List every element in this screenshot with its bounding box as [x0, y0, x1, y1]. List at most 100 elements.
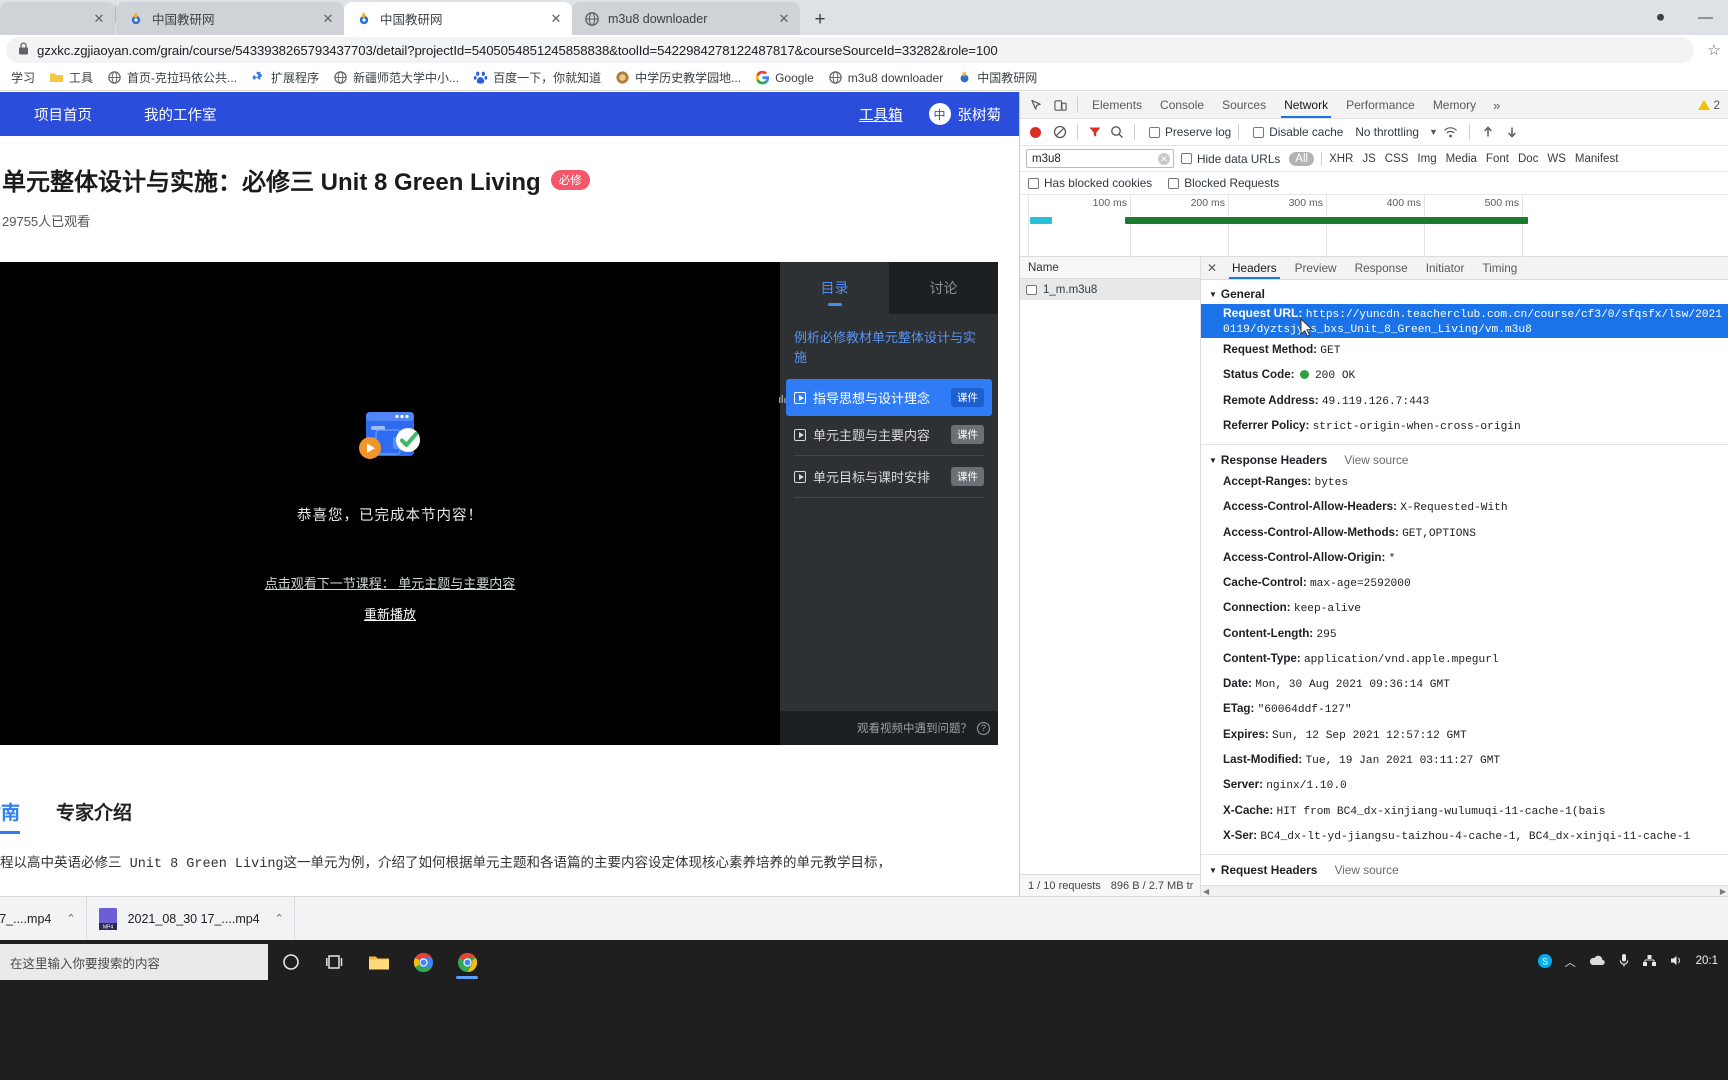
- video-stage[interactable]: 恭喜您，已完成本节内容！ 点击观看下一节课程： 单元主题与主要内容 重新播放: [0, 262, 780, 745]
- bookmark-item[interactable]: 中国教研网: [950, 67, 1044, 89]
- has-blocked-cookies-toggle[interactable]: Has blocked cookies: [1028, 176, 1152, 190]
- question-icon[interactable]: ?: [977, 721, 990, 735]
- table-row[interactable]: 1_m.m3u8: [1020, 279, 1200, 300]
- tab-expert-intro[interactable]: 专家介绍: [56, 798, 132, 834]
- section-general[interactable]: ▼ General: [1201, 284, 1728, 304]
- tab-timing[interactable]: Timing: [1473, 257, 1526, 279]
- tab-network[interactable]: Network: [1275, 92, 1337, 118]
- checkbox[interactable]: [1149, 126, 1160, 138]
- profile-icon[interactable]: ⏺: [1638, 0, 1683, 35]
- resource-type-all[interactable]: All: [1289, 151, 1315, 166]
- throttling-select[interactable]: No throttling: [1355, 125, 1419, 139]
- tab-response[interactable]: Response: [1346, 257, 1417, 279]
- section-response-headers[interactable]: ▼ Response Headers View source: [1201, 450, 1728, 470]
- view-source-link[interactable]: View source: [1344, 453, 1408, 467]
- task-view-icon[interactable]: [320, 945, 350, 979]
- tab-elements[interactable]: Elements: [1083, 92, 1151, 118]
- star-icon[interactable]: ☆: [1700, 41, 1728, 59]
- cortana-icon[interactable]: [276, 945, 306, 979]
- checkbox[interactable]: [1181, 153, 1192, 164]
- tab-memory[interactable]: Memory: [1424, 92, 1485, 118]
- user-menu[interactable]: 中 张树菊: [928, 103, 1001, 125]
- chevron-up-icon[interactable]: ︿: [1565, 954, 1576, 970]
- minimize-button[interactable]: —: [1683, 0, 1728, 35]
- player-help-bar[interactable]: 观看视频中遇到问题？ ?: [780, 711, 998, 745]
- resource-type-xhr[interactable]: XHR: [1329, 153, 1353, 165]
- chapter-item-2[interactable]: 单元目标与课时安排 课件: [786, 458, 992, 495]
- browser-tab-3[interactable]: m3u8 downloader ✕: [572, 2, 800, 35]
- resource-type-media[interactable]: Media: [1446, 153, 1477, 165]
- horizontal-scrollbar[interactable]: ◀ ▶: [1201, 885, 1728, 896]
- export-har-icon[interactable]: [1501, 122, 1523, 142]
- resource-type-doc[interactable]: Doc: [1518, 153, 1538, 165]
- warning-badge[interactable]: 2: [1698, 98, 1720, 112]
- filter-input[interactable]: m3u8 ✕: [1026, 149, 1174, 168]
- browser-tab-2[interactable]: 中国教研网 ✕: [344, 2, 572, 35]
- resource-type-ws[interactable]: WS: [1547, 153, 1566, 165]
- taskbar-clock[interactable]: 20:1: [1696, 955, 1718, 968]
- resource-type-manifest[interactable]: Manifest: [1575, 153, 1618, 165]
- checkbox[interactable]: [1028, 177, 1039, 189]
- close-icon[interactable]: ✕: [1201, 261, 1223, 275]
- tab-initiator[interactable]: Initiator: [1417, 257, 1474, 279]
- section-request-headers[interactable]: ▼ Request Headers View source: [1201, 860, 1728, 880]
- chapter-item-0[interactable]: 指导思想与设计理念 课件: [779, 379, 992, 416]
- tab-close-icon[interactable]: ✕: [774, 9, 794, 29]
- preserve-log-toggle[interactable]: Preserve log: [1149, 125, 1231, 139]
- request-list-header[interactable]: Name: [1020, 257, 1200, 279]
- bookmark-item[interactable]: 中学历史教学园地...: [608, 67, 748, 89]
- skype-icon[interactable]: S: [1537, 953, 1553, 972]
- volume-icon[interactable]: [1669, 954, 1684, 970]
- checkbox[interactable]: [1168, 177, 1180, 189]
- import-har-icon[interactable]: [1477, 122, 1499, 142]
- clear-icon[interactable]: [1050, 122, 1070, 142]
- replay-link[interactable]: 重新播放: [364, 604, 416, 623]
- microphone-icon[interactable]: [1618, 953, 1630, 971]
- tab-console[interactable]: Console: [1151, 92, 1213, 118]
- request-url-row[interactable]: Request URL: https://yuncdn.teacherclub.…: [1201, 304, 1728, 338]
- tab-close-icon[interactable]: ✕: [89, 9, 109, 29]
- scroll-right-icon[interactable]: ▶: [1720, 887, 1726, 896]
- bookmark-item[interactable]: 百度一下，你就知道: [466, 67, 608, 89]
- tab-course-guide[interactable]: 课程指南: [0, 798, 21, 834]
- view-source-link[interactable]: View source: [1335, 863, 1399, 877]
- resource-type-font[interactable]: Font: [1486, 153, 1509, 165]
- resource-type-img[interactable]: Img: [1417, 153, 1436, 165]
- address-bar[interactable]: gzxkc.zgjiaoyan.com/grain/course/5433938…: [6, 37, 1694, 63]
- bookmark-item[interactable]: 工具: [42, 67, 100, 89]
- inspect-cursor-icon[interactable]: [1024, 93, 1048, 117]
- filter-funnel-icon[interactable]: [1085, 122, 1105, 142]
- bookmark-item[interactable]: 学习: [4, 67, 42, 89]
- blocked-requests-toggle[interactable]: Blocked Requests: [1168, 176, 1279, 190]
- file-explorer-icon[interactable]: [364, 945, 394, 979]
- tab-catalog[interactable]: 目录: [780, 262, 889, 314]
- device-toggle-icon[interactable]: [1048, 93, 1072, 117]
- new-tab-button[interactable]: +: [804, 5, 836, 35]
- checkbox[interactable]: [1253, 126, 1265, 138]
- taskbar-search-input[interactable]: 在这里输入你要搜索的内容: [0, 944, 268, 980]
- resource-type-css[interactable]: CSS: [1385, 153, 1409, 165]
- nav-item-toolbox[interactable]: 工具箱: [859, 104, 903, 125]
- clear-input-icon[interactable]: ✕: [1158, 153, 1170, 165]
- bookmark-item[interactable]: 扩展程序: [244, 67, 326, 89]
- hide-data-urls-toggle[interactable]: Hide data URLs: [1181, 152, 1280, 166]
- chrome-icon[interactable]: [452, 945, 482, 979]
- chevron-up-icon[interactable]: ⌃: [66, 912, 75, 925]
- chevron-up-icon[interactable]: ⌃: [275, 912, 284, 925]
- browser-tab-1[interactable]: 中国教研网 ✕: [116, 2, 344, 35]
- tab-headers[interactable]: Headers: [1223, 257, 1286, 279]
- more-panels-icon[interactable]: »: [1485, 98, 1508, 113]
- download-item-0[interactable]: MP4 8_30 17_....mp4 ⌃: [0, 896, 87, 941]
- tab-close-icon[interactable]: ✕: [546, 9, 566, 29]
- network-overview-timeline[interactable]: 100 ms 200 ms 300 ms 400 ms 500 ms: [1020, 195, 1728, 257]
- bookmark-item[interactable]: 首页-克拉玛依公共...: [100, 67, 244, 89]
- download-item-1[interactable]: MP4 2021_08_30 17_....mp4 ⌃: [87, 896, 295, 941]
- network-conditions-icon[interactable]: [1440, 122, 1462, 142]
- nav-item-project-home[interactable]: 项目首页: [34, 104, 92, 125]
- search-icon[interactable]: [1107, 122, 1127, 142]
- onedrive-icon[interactable]: [1588, 954, 1606, 970]
- network-icon[interactable]: [1642, 954, 1657, 970]
- scroll-left-icon[interactable]: ◀: [1203, 887, 1209, 896]
- tab-preview[interactable]: Preview: [1286, 257, 1346, 279]
- disable-cache-toggle[interactable]: Disable cache: [1253, 125, 1343, 139]
